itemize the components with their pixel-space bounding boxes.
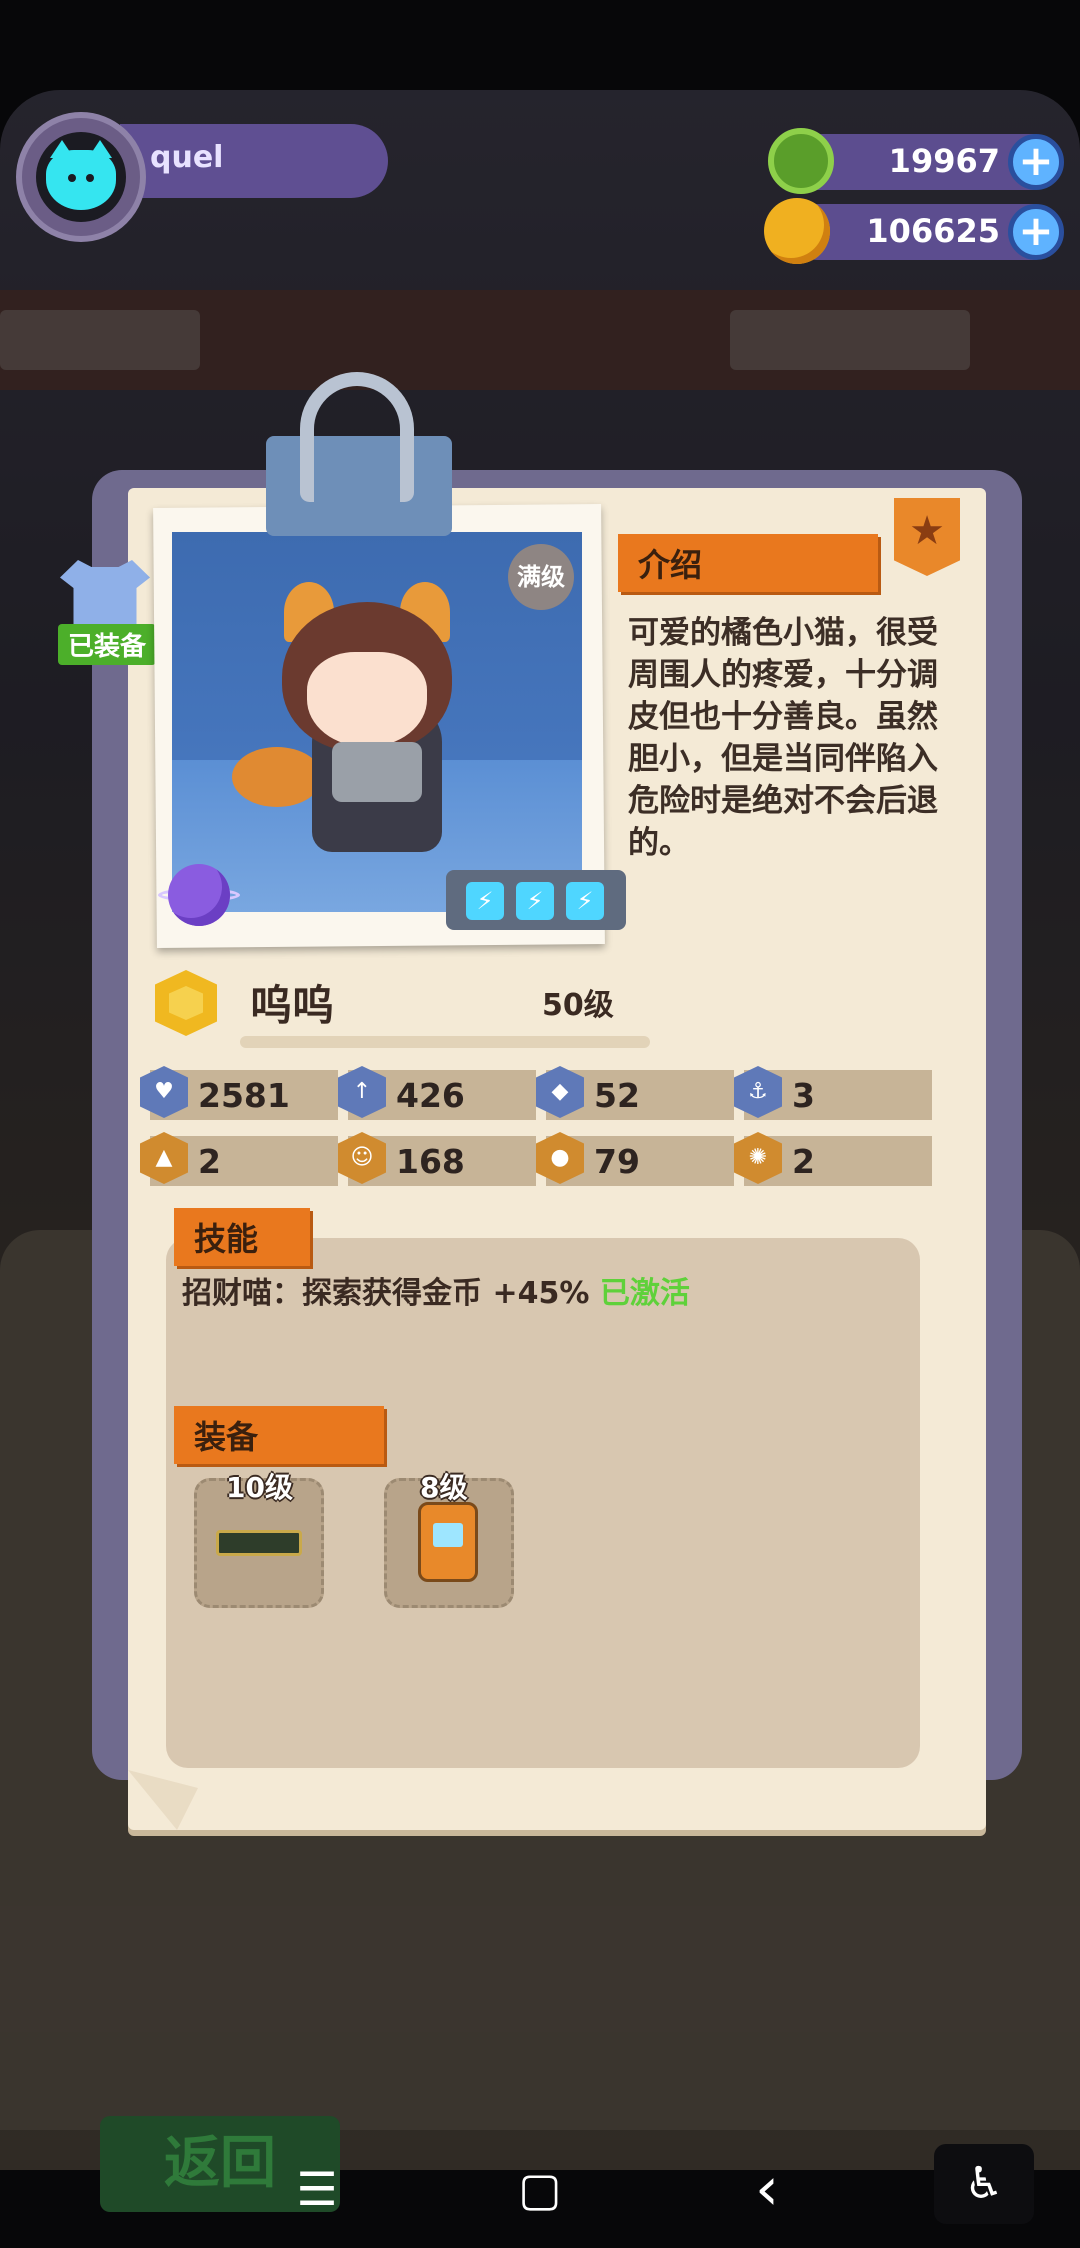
skill-status: 已激活	[599, 1276, 690, 1311]
paper-clip-ring	[300, 372, 414, 502]
equipped-label: 已装备	[58, 624, 157, 665]
coin-value: 106625	[866, 212, 1000, 250]
menu-icon[interactable]: ☰	[282, 2154, 352, 2224]
stat-anchor: ⚓ 3	[734, 1066, 932, 1120]
add-coins-button[interactable]: +	[1008, 204, 1064, 260]
lightning-icon: ⚡	[466, 882, 504, 920]
accessibility-icon[interactable]: ♿	[934, 2144, 1034, 2224]
stat-speed: ▲ 2	[140, 1132, 338, 1186]
equipped-tag[interactable]: 已装备	[50, 560, 160, 665]
equipment-slot-1-level: 10级	[226, 1471, 293, 1504]
energy-bar: ⚡ ⚡ ⚡	[446, 870, 626, 930]
player-name: quel	[150, 140, 224, 175]
max-level-badge: 满级	[508, 544, 574, 610]
stat-defense: ◆ 52	[536, 1066, 734, 1120]
cat-face-icon	[46, 140, 116, 210]
skill-description: 招财喵：探索获得金币 +45% 已激活	[182, 1276, 690, 1311]
character-name: 呜呜	[250, 981, 335, 1030]
stat-strength: ● 79	[536, 1132, 734, 1186]
name-underline	[240, 1036, 650, 1048]
home-icon[interactable]: ▢	[505, 2154, 575, 2224]
system-navbar: ☰ ▢ ‹	[0, 2130, 1080, 2248]
green-gem-icon	[768, 128, 834, 194]
planet-icon	[168, 864, 230, 926]
back-icon[interactable]: ‹	[732, 2154, 802, 2224]
stat-intelligence: ✺ 2	[734, 1132, 932, 1186]
stat-charm: ☺ 168	[338, 1132, 536, 1186]
shirt-icon	[60, 560, 150, 630]
equipment-slot-2-level: 8级	[420, 1471, 468, 1504]
lightning-icon: ⚡	[516, 882, 554, 920]
lightning-icon: ⚡	[566, 882, 604, 920]
equipment-header: 装备	[174, 1406, 384, 1464]
gem-value: 19967	[888, 142, 1000, 180]
intro-text: 可爱的橘色小猫，很受周围人的疼爱，十分调皮但也十分善良。虽然胆小，但是当同伴陷入…	[628, 615, 938, 861]
stat-attack: ↑ 426	[338, 1066, 536, 1120]
belt-item-icon	[216, 1530, 302, 1556]
backpack-item-icon	[418, 1502, 478, 1582]
intro-header: 介绍	[618, 534, 878, 592]
character-level: 50级	[542, 988, 614, 1023]
skill-header: 技能	[174, 1208, 310, 1266]
add-gems-button[interactable]: +	[1008, 134, 1064, 190]
gold-planet-coin-icon	[764, 198, 830, 264]
player-avatar[interactable]	[16, 112, 146, 242]
stat-hp: ♥ 2581	[140, 1066, 338, 1120]
favorite-star-icon[interactable]: ★	[894, 498, 960, 576]
